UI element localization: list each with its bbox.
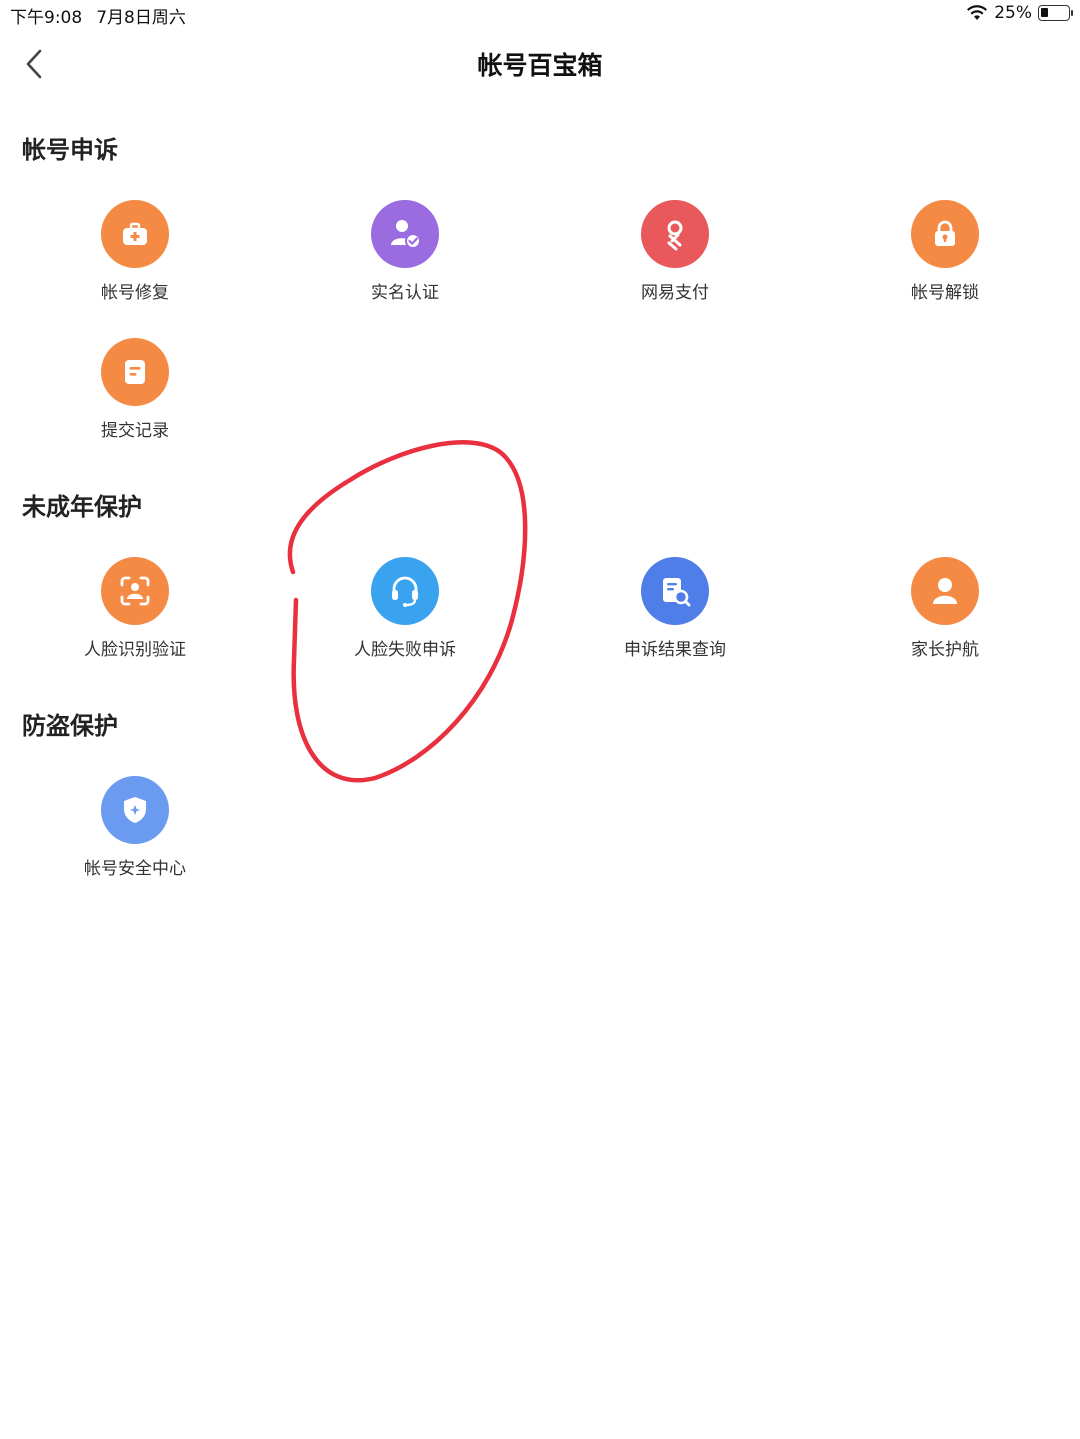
item-label: 帐号修复: [101, 283, 169, 303]
item-label: 提交记录: [101, 421, 169, 441]
item-icon-circle: [911, 557, 979, 625]
shield-icon: [124, 797, 146, 823]
item-label: 实名认证: [371, 283, 439, 303]
item-icon-circle: [641, 200, 709, 268]
document-search-icon: [663, 578, 691, 607]
item-real-name-auth[interactable]: 实名认证: [305, 200, 505, 303]
item-appeal-result-query[interactable]: 申诉结果查询: [575, 557, 775, 660]
item-face-fail-appeal[interactable]: 人脸失败申诉: [305, 557, 505, 660]
section-title-account-appeal: 帐号申诉: [22, 136, 118, 164]
page-title: 帐号百宝箱: [477, 51, 603, 80]
status-time: 下午9:08: [10, 8, 83, 28]
item-parent-guard[interactable]: 家长护航: [845, 557, 1045, 660]
pay-logo-icon: [667, 220, 683, 251]
face-scan-icon: [120, 576, 150, 606]
headset-icon: [392, 576, 418, 607]
medical-bag-icon: [123, 222, 147, 245]
item-face-verify[interactable]: 人脸识别验证: [35, 557, 235, 660]
verified-user-icon: [391, 220, 421, 249]
status-left: 下午9:08 7月8日周六: [10, 3, 200, 28]
wifi-icon: [967, 5, 988, 20]
item-label: 帐号安全中心: [84, 859, 186, 879]
item-icon-circle: [371, 557, 439, 625]
item-submit-records[interactable]: 提交记录: [35, 338, 235, 441]
item-label: 人脸失败申诉: [354, 640, 456, 660]
item-icon-circle: [371, 200, 439, 268]
battery-icon: [1038, 5, 1073, 21]
document-icon: [125, 360, 145, 384]
status-date: 7月8日周六: [96, 8, 186, 28]
status-right: 25%: [966, 3, 1073, 23]
item-label: 网易支付: [641, 283, 709, 303]
person-icon: [933, 578, 957, 604]
item-account-repair[interactable]: 帐号修复: [35, 200, 235, 303]
section-title-minor-protection: 未成年保护: [22, 493, 142, 521]
item-icon-circle: [911, 200, 979, 268]
item-icon-circle: [641, 557, 709, 625]
item-account-unlock[interactable]: 帐号解锁: [845, 200, 1045, 303]
item-icon-circle: [101, 200, 169, 268]
item-account-security-center[interactable]: 帐号安全中心: [35, 776, 235, 879]
item-label: 申诉结果查询: [624, 640, 726, 660]
item-icon-circle: [101, 338, 169, 406]
status-bar: 下午9:08 7月8日周六 25%: [0, 0, 1080, 28]
item-label: 家长护航: [911, 640, 979, 660]
battery-level: [1041, 8, 1048, 17]
item-netease-pay[interactable]: 网易支付: [575, 200, 775, 303]
item-icon-circle: [101, 557, 169, 625]
nav-bar: 帐号百宝箱: [0, 36, 1080, 92]
item-label: 帐号解锁: [911, 283, 979, 303]
battery-percent: 25%: [994, 3, 1032, 23]
section-title-anti-theft: 防盗保护: [22, 712, 118, 740]
lock-icon: [935, 220, 955, 246]
item-icon-circle: [101, 776, 169, 844]
item-label: 人脸识别验证: [84, 640, 186, 660]
